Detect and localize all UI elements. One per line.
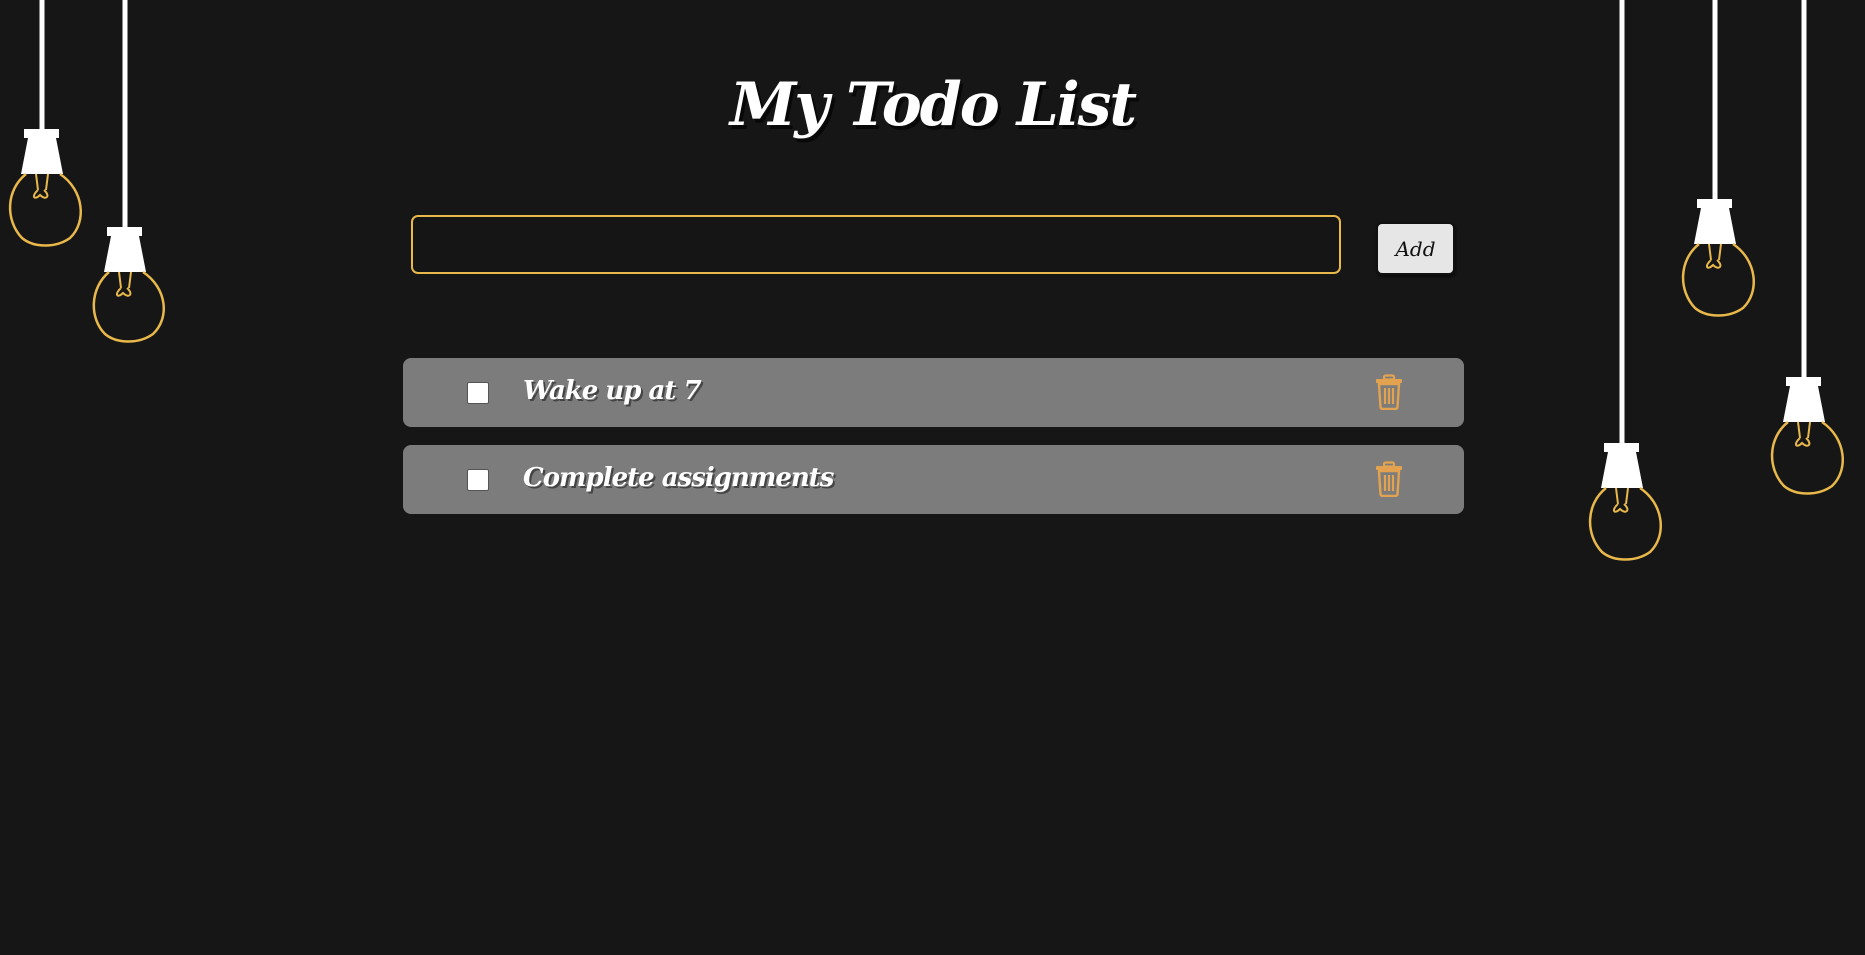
todo-list: Wake up at 7 Complete assignments bbox=[403, 358, 1464, 532]
trash-icon[interactable] bbox=[1372, 374, 1406, 410]
todo-checkbox[interactable] bbox=[467, 469, 489, 491]
light-bulb-icon bbox=[1681, 0, 1755, 317]
todo-checkbox[interactable] bbox=[467, 382, 489, 404]
todo-item: Complete assignments bbox=[403, 445, 1464, 514]
todo-input[interactable] bbox=[411, 215, 1341, 274]
todo-text: Wake up at 7 bbox=[523, 376, 702, 406]
light-bulb-icon bbox=[92, 0, 165, 343]
page-title: My Todo List bbox=[729, 70, 1137, 140]
todo-text: Complete assignments bbox=[523, 463, 834, 493]
trash-icon[interactable] bbox=[1372, 461, 1406, 497]
todo-item: Wake up at 7 bbox=[403, 358, 1464, 427]
todo-page: My Todo List Add Wake up at 7 Complete a… bbox=[0, 0, 1865, 955]
add-button[interactable]: Add bbox=[1376, 222, 1455, 275]
